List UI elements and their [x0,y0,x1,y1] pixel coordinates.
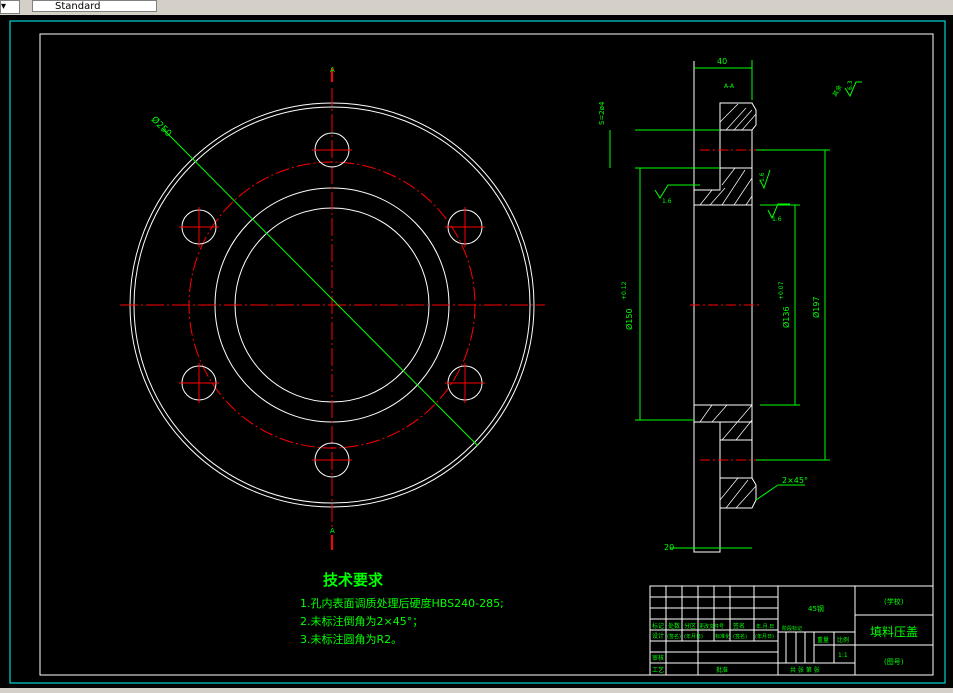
dim-chamfer-text: 2×45° [782,476,808,485]
tb-standard-sign: (签名) [733,633,747,640]
front-view: Ø250 A A [120,66,545,550]
section-letter-bottom: A [330,527,335,535]
dim-phi-inner-tol: +0.07 [778,281,785,300]
dim-phi-hole-text: Ø150 [624,308,634,330]
roughness-value-2: 1.6 [759,172,766,182]
tb-stage: 阶段标记 [782,625,802,632]
tb-design-date: (年月日) [684,633,703,640]
drawing-canvas[interactable]: Ø250 A A 40 A-A S=2ø4 Ø150 +0.12 Ø136 +0… [0,15,953,688]
tb-zone: 分区 [684,622,696,630]
toolbar-dropdown-left[interactable]: ▾ [0,0,20,14]
tb-sheets: 共 张 第 张 [790,666,820,674]
toolbar: ▾ Standard [0,0,953,15]
hatching [699,103,757,509]
title-block-texts: 标记 处数 分区 更改文件号 签名 年.月.日 设计 (签名) (年月日) 标准… [652,597,918,674]
tb-sign: 签名 [733,622,745,630]
tb-material: 45钢 [808,604,824,613]
inner-frame [39,33,934,676]
tb-date: 年.月.日 [756,623,774,630]
diameter-dimension-line [161,127,479,447]
roughness-top-value: 6.3 [847,80,854,90]
dim-phi-outer-text: Ø197 [811,296,821,318]
section-view-label: A-A [724,83,735,90]
tb-mark: 标记 [652,622,664,630]
notes-line-2: 2.未标注倒角为2×45°； [300,614,423,628]
dim-width-text: 40 [717,57,727,66]
roughness-other-label: 其余 [831,84,844,98]
tb-process: 工艺 [652,666,664,674]
dim-side-text: S=2ø4 [598,101,606,125]
cad-drawing: Ø250 A A 40 A-A S=2ø4 Ø150 +0.12 Ø136 +0… [9,20,946,684]
status-bar [0,688,953,693]
roughness-value-3: 1.6 [772,216,782,223]
roughness-symbol [654,184,700,199]
dim-phi-inner-text: Ø136 [781,306,791,328]
roughness-value-1: 1.6 [662,198,672,205]
tb-approve: 批准 [716,666,728,674]
tb-school: (学校) [884,597,904,606]
dim-phi-hole-tol: +0.12 [621,281,628,300]
tb-design-sign: (签名) [667,633,681,640]
technical-notes: 技术要求 1.孔内表面调质处理后硬度HBS240-285; 2.未标注倒角为2×… [300,571,504,646]
upper-hub-section [693,167,753,206]
tb-count: 处数 [668,622,680,630]
tb-change-doc: 更改文件号 [699,623,724,630]
tb-drawing-no: (图号) [884,658,904,666]
text-style-dropdown[interactable]: Standard [32,0,157,12]
tb-standard: 标准化 [715,633,730,640]
tb-scale-label: 比例 [837,636,849,644]
tb-weight: 重量 [817,636,829,644]
tb-standard-date: (年月日) [755,633,774,640]
dim-flange-text: 20 [664,543,674,552]
chamfer-leader [755,484,779,501]
tb-design: 设计 [652,632,664,640]
section-dimensions [609,60,862,549]
notes-line-3: 3.未标注圆角为R2。 [300,632,402,646]
notes-line-1: 1.孔内表面调质处理后硬度HBS240-285; [300,596,504,610]
notes-title: 技术要求 [323,571,384,589]
section-view [690,61,760,553]
tb-part-name: 填料压盖 [870,625,918,639]
section-letter-top: A [330,66,335,74]
text-style-value: Standard [55,1,101,12]
tb-review: 审核 [652,654,664,662]
tb-scale: 1:1 [838,652,848,659]
